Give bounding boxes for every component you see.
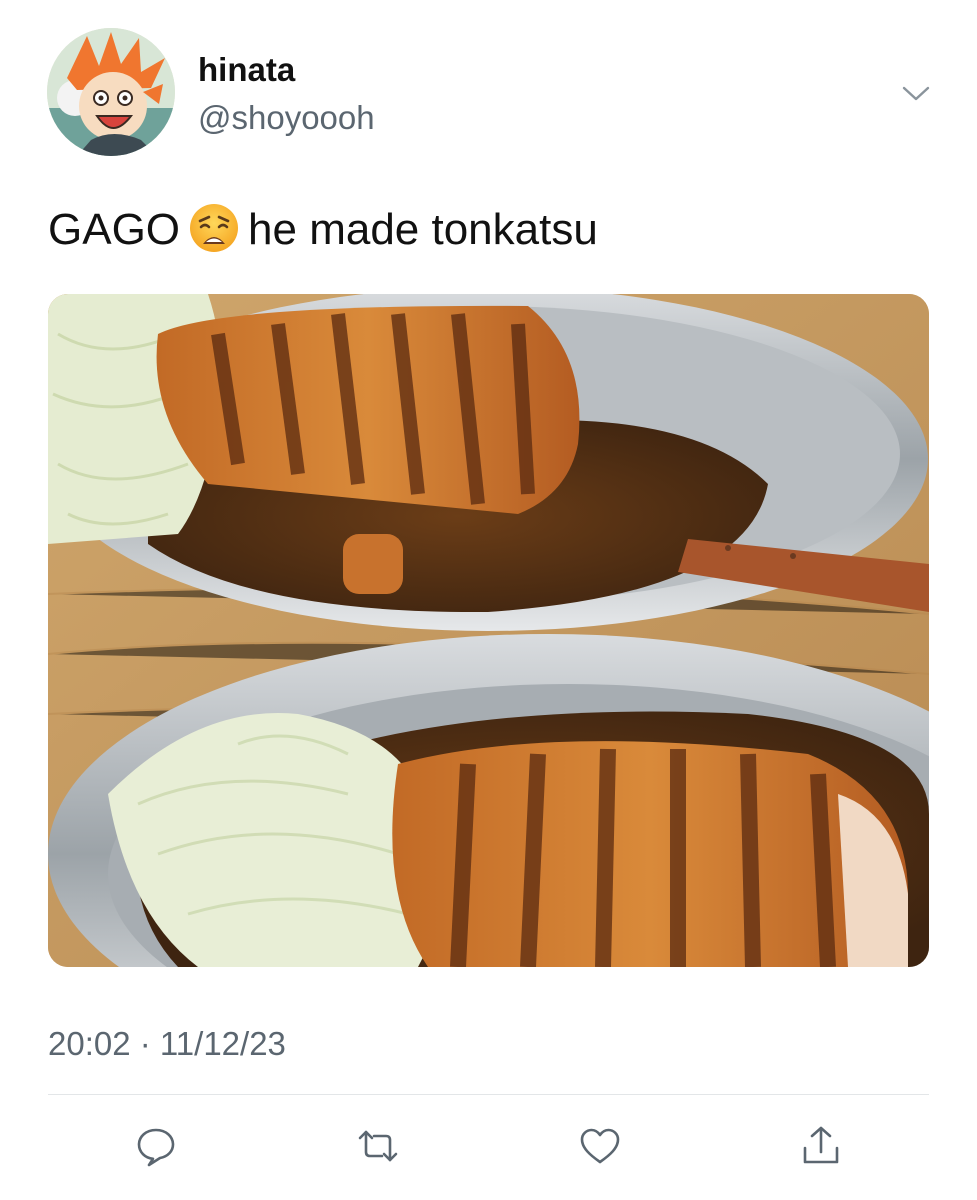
share-icon	[803, 1126, 839, 1164]
retweet-icon	[358, 1130, 398, 1162]
heart-icon	[580, 1128, 620, 1164]
tweet-text-part: he made tonkatsu	[248, 205, 598, 254]
weary-face-emoji-icon	[188, 202, 240, 254]
retweet-button[interactable]	[356, 1124, 400, 1168]
author-name[interactable]: hinata	[198, 50, 295, 90]
photo-tonkatsu-curry	[48, 294, 929, 967]
reply-button[interactable]	[134, 1124, 178, 1168]
divider	[48, 1094, 929, 1095]
tweet-photo[interactable]	[48, 294, 929, 967]
more-options-button[interactable]	[898, 78, 934, 108]
tweet-timestamp[interactable]: 20:02 · 11/12/23	[48, 1024, 286, 1064]
avatar-image	[47, 28, 175, 156]
author-handle[interactable]: @shoyoooh	[198, 98, 375, 138]
chevron-down-icon	[902, 86, 930, 101]
tweet: hinata @shoyoooh GAGO he made tonkatsu 2…	[0, 0, 977, 1200]
like-button[interactable]	[578, 1124, 622, 1168]
tweet-text: GAGO he made tonkatsu	[48, 200, 598, 262]
reply-icon	[137, 1128, 175, 1167]
tweet-text-part: GAGO	[48, 205, 181, 254]
share-button[interactable]	[799, 1124, 843, 1168]
avatar[interactable]	[47, 28, 175, 156]
